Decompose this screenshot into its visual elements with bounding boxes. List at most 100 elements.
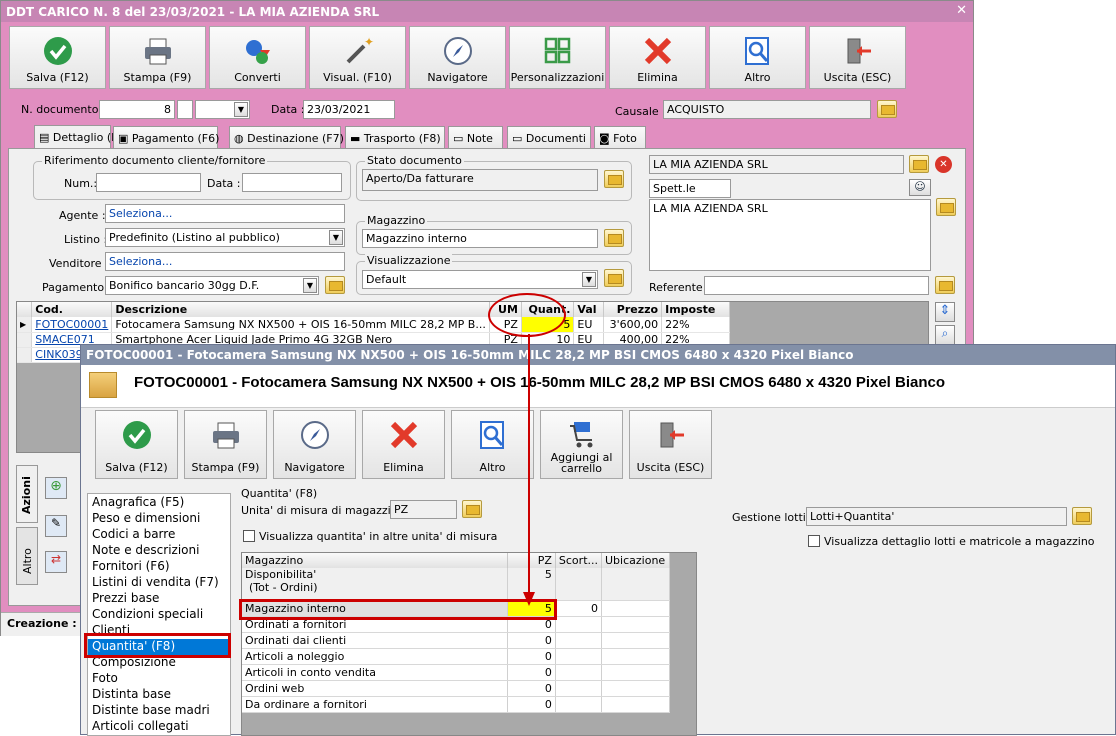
data2-input[interactable] bbox=[242, 173, 342, 192]
address-folder-icon[interactable] bbox=[936, 198, 956, 216]
main-stampa-f9-button[interactable]: Stampa (F9) bbox=[109, 26, 206, 89]
qty-cell-pz[interactable]: 0 bbox=[507, 696, 556, 713]
qty-cell-ubicazione[interactable] bbox=[601, 696, 670, 713]
ndoc-suffix-input[interactable] bbox=[177, 100, 193, 119]
qty-cell-pz[interactable]: 0 bbox=[507, 648, 556, 665]
qty-col-scorta[interactable]: Scort... bbox=[555, 553, 603, 568]
magazzino-folder-icon[interactable] bbox=[604, 229, 624, 247]
col-header-descrizione[interactable]: Descrizione bbox=[111, 302, 490, 317]
contact-icon[interactable]: ☺ bbox=[909, 179, 931, 196]
main-visual-f10-button[interactable]: ✦ Visual. (F10) bbox=[309, 26, 406, 89]
qty-row[interactable]: Disponibilita' (Tot - Ordini) 5 bbox=[242, 568, 670, 601]
tab-foto[interactable]: ◙ Foto bbox=[594, 126, 646, 148]
pagamento-select[interactable]: Bonifico bancario 30gg D.F. ▼ bbox=[105, 276, 319, 295]
col-header-prezzo[interactable]: Prezzo bbox=[603, 302, 663, 317]
remove-icon[interactable]: ✕ bbox=[935, 156, 952, 173]
qty-cell-pz[interactable]: 0 bbox=[507, 632, 556, 649]
lotti-checkbox[interactable] bbox=[808, 535, 820, 547]
qty-cell-scorta[interactable] bbox=[555, 696, 603, 713]
qty-col-ubicazione[interactable]: Ubicazione bbox=[601, 553, 670, 568]
menu-item[interactable]: Distinte base madri bbox=[88, 703, 230, 719]
qty-row[interactable]: Articoli a noleggio 0 bbox=[242, 648, 670, 665]
tab-documenti[interactable]: ▭ Documenti bbox=[507, 126, 591, 148]
menu-item[interactable]: Peso e dimensioni bbox=[88, 511, 230, 527]
action-convert-icon[interactable]: ⇄ bbox=[45, 551, 67, 573]
menu-item[interactable]: Anagrafica (F5) bbox=[88, 495, 230, 511]
menu-item[interactable]: Note e descrizioni bbox=[88, 543, 230, 559]
qty-row[interactable]: Ordini web 0 bbox=[242, 680, 670, 697]
main-navigatore-button[interactable]: Navigatore bbox=[409, 26, 506, 89]
qty-cell-scorta[interactable] bbox=[555, 568, 603, 601]
close-icon[interactable]: ✕ bbox=[956, 3, 967, 18]
action-add-icon[interactable]: ⊕ bbox=[45, 477, 67, 499]
qty-cell-ubicazione[interactable] bbox=[601, 616, 670, 633]
ndoc-input[interactable]: 8 bbox=[99, 100, 175, 119]
side-tab-altro[interactable]: Altro bbox=[16, 527, 38, 585]
units-checkbox[interactable] bbox=[243, 530, 255, 542]
menu-item[interactable]: Listini di vendita (F7) bbox=[88, 575, 230, 591]
qty-cell-ubicazione[interactable] bbox=[601, 664, 670, 681]
move-arrows-icon[interactable]: ⇕ bbox=[935, 302, 955, 322]
ndoc-series-select[interactable]: ▼ bbox=[195, 100, 250, 119]
menu-item[interactable]: Prezzi base bbox=[88, 591, 230, 607]
menu-item[interactable]: Articoli collegati bbox=[88, 719, 230, 735]
visual-select[interactable]: Default ▼ bbox=[362, 270, 598, 289]
listino-select[interactable]: Predefinito (Listino al pubblico) ▼ bbox=[105, 228, 345, 247]
col-header-val[interactable]: Val bbox=[573, 302, 605, 317]
lotti-folder-icon[interactable] bbox=[1072, 507, 1092, 525]
cell-val[interactable]: EU bbox=[573, 317, 605, 333]
qty-cell-ubicazione[interactable] bbox=[601, 648, 670, 665]
agente-input[interactable]: Seleziona... bbox=[105, 204, 345, 223]
popup-stampa-f9-button[interactable]: Stampa (F9) bbox=[184, 410, 267, 479]
main-salva-f12-button[interactable]: Salva (F12) bbox=[9, 26, 106, 89]
main-elimina-button[interactable]: Elimina bbox=[609, 26, 706, 89]
menu-item[interactable]: Condizioni speciali bbox=[88, 607, 230, 623]
col-header-cod[interactable]: Cod. bbox=[31, 302, 113, 317]
chevron-down-icon[interactable]: ▼ bbox=[582, 272, 596, 287]
side-tab-azioni[interactable]: Azioni bbox=[16, 465, 38, 523]
venditore-input[interactable]: Seleziona... bbox=[105, 252, 345, 271]
qty-row[interactable]: Articoli in conto vendita 0 bbox=[242, 664, 670, 681]
qty-cell-ubicazione[interactable] bbox=[601, 680, 670, 697]
main-altro-button[interactable]: Altro bbox=[709, 26, 806, 89]
tab-dettaglio[interactable]: ▤ Dettaglio (F5) bbox=[34, 125, 129, 149]
qty-cell-pz[interactable]: 0 bbox=[507, 680, 556, 697]
popup-salva-f12-button[interactable]: Salva (F12) bbox=[95, 410, 178, 479]
address-textarea[interactable]: LA MIA AZIENDA SRL bbox=[649, 199, 931, 271]
qty-cell-scorta[interactable] bbox=[555, 616, 603, 633]
row-indicator[interactable] bbox=[17, 332, 33, 348]
tab-pagamento[interactable]: ▣ Pagamento (F6) bbox=[113, 126, 219, 148]
lotti-input[interactable]: Lotti+Quantita' bbox=[806, 507, 1067, 526]
qty-cell-ubicazione[interactable] bbox=[601, 600, 670, 617]
qty-row[interactable]: Da ordinare a fornitori 0 bbox=[242, 696, 670, 713]
unit-input[interactable]: PZ bbox=[390, 500, 457, 519]
spett-input[interactable]: Spett.le bbox=[649, 179, 731, 198]
qty-cell-scorta[interactable]: 0 bbox=[555, 600, 603, 617]
popup-aggiungi-al-carrello-button[interactable]: Aggiungi al carrello bbox=[540, 410, 623, 479]
tab-note[interactable]: ▭ Note bbox=[448, 126, 503, 148]
main-uscita-esc-button[interactable]: Uscita (ESC) bbox=[809, 26, 906, 89]
qty-row[interactable]: Ordinati dai clienti 0 bbox=[242, 632, 670, 649]
cell-desc[interactable]: Fotocamera Samsung NX NX500 + OIS 16-50m… bbox=[111, 317, 490, 333]
main-personalizzazioni-button[interactable]: Personalizzazioni bbox=[509, 26, 606, 89]
pagamento-folder-icon[interactable] bbox=[325, 276, 345, 294]
qty-cell-scorta[interactable] bbox=[555, 680, 603, 697]
magazzino-input[interactable]: Magazzino interno bbox=[362, 229, 598, 248]
qty-cell-ubicazione[interactable] bbox=[601, 568, 670, 601]
action-edit-icon[interactable]: ✎ bbox=[45, 515, 67, 537]
company-input[interactable]: LA MIA AZIENDA SRL bbox=[649, 155, 904, 174]
tab-destinazione[interactable]: ◍ Destinazione (F7) bbox=[229, 126, 344, 148]
cell-cod[interactable]: FOTOC00001 bbox=[31, 317, 113, 333]
col-header-imposte[interactable]: Imposte bbox=[661, 302, 730, 317]
tab-trasporto[interactable]: ▬ Trasporto (F8) bbox=[345, 126, 445, 148]
qty-cell-scorta[interactable] bbox=[555, 632, 603, 649]
qty-col-magazzino[interactable]: Magazzino bbox=[242, 553, 509, 568]
causale-input[interactable]: ACQUISTO bbox=[663, 100, 871, 119]
causale-folder-icon[interactable] bbox=[877, 100, 897, 118]
menu-item[interactable]: Fornitori (F6) bbox=[88, 559, 230, 575]
table-row[interactable]: ▶ FOTOC00001 Fotocamera Samsung NX NX500 +… bbox=[17, 317, 730, 333]
menu-item[interactable]: Codici a barre bbox=[88, 527, 230, 543]
row-indicator[interactable]: ▶ bbox=[17, 317, 33, 333]
popup-elimina-button[interactable]: Elimina bbox=[362, 410, 445, 479]
cell-tax[interactable]: 22% bbox=[661, 317, 730, 333]
